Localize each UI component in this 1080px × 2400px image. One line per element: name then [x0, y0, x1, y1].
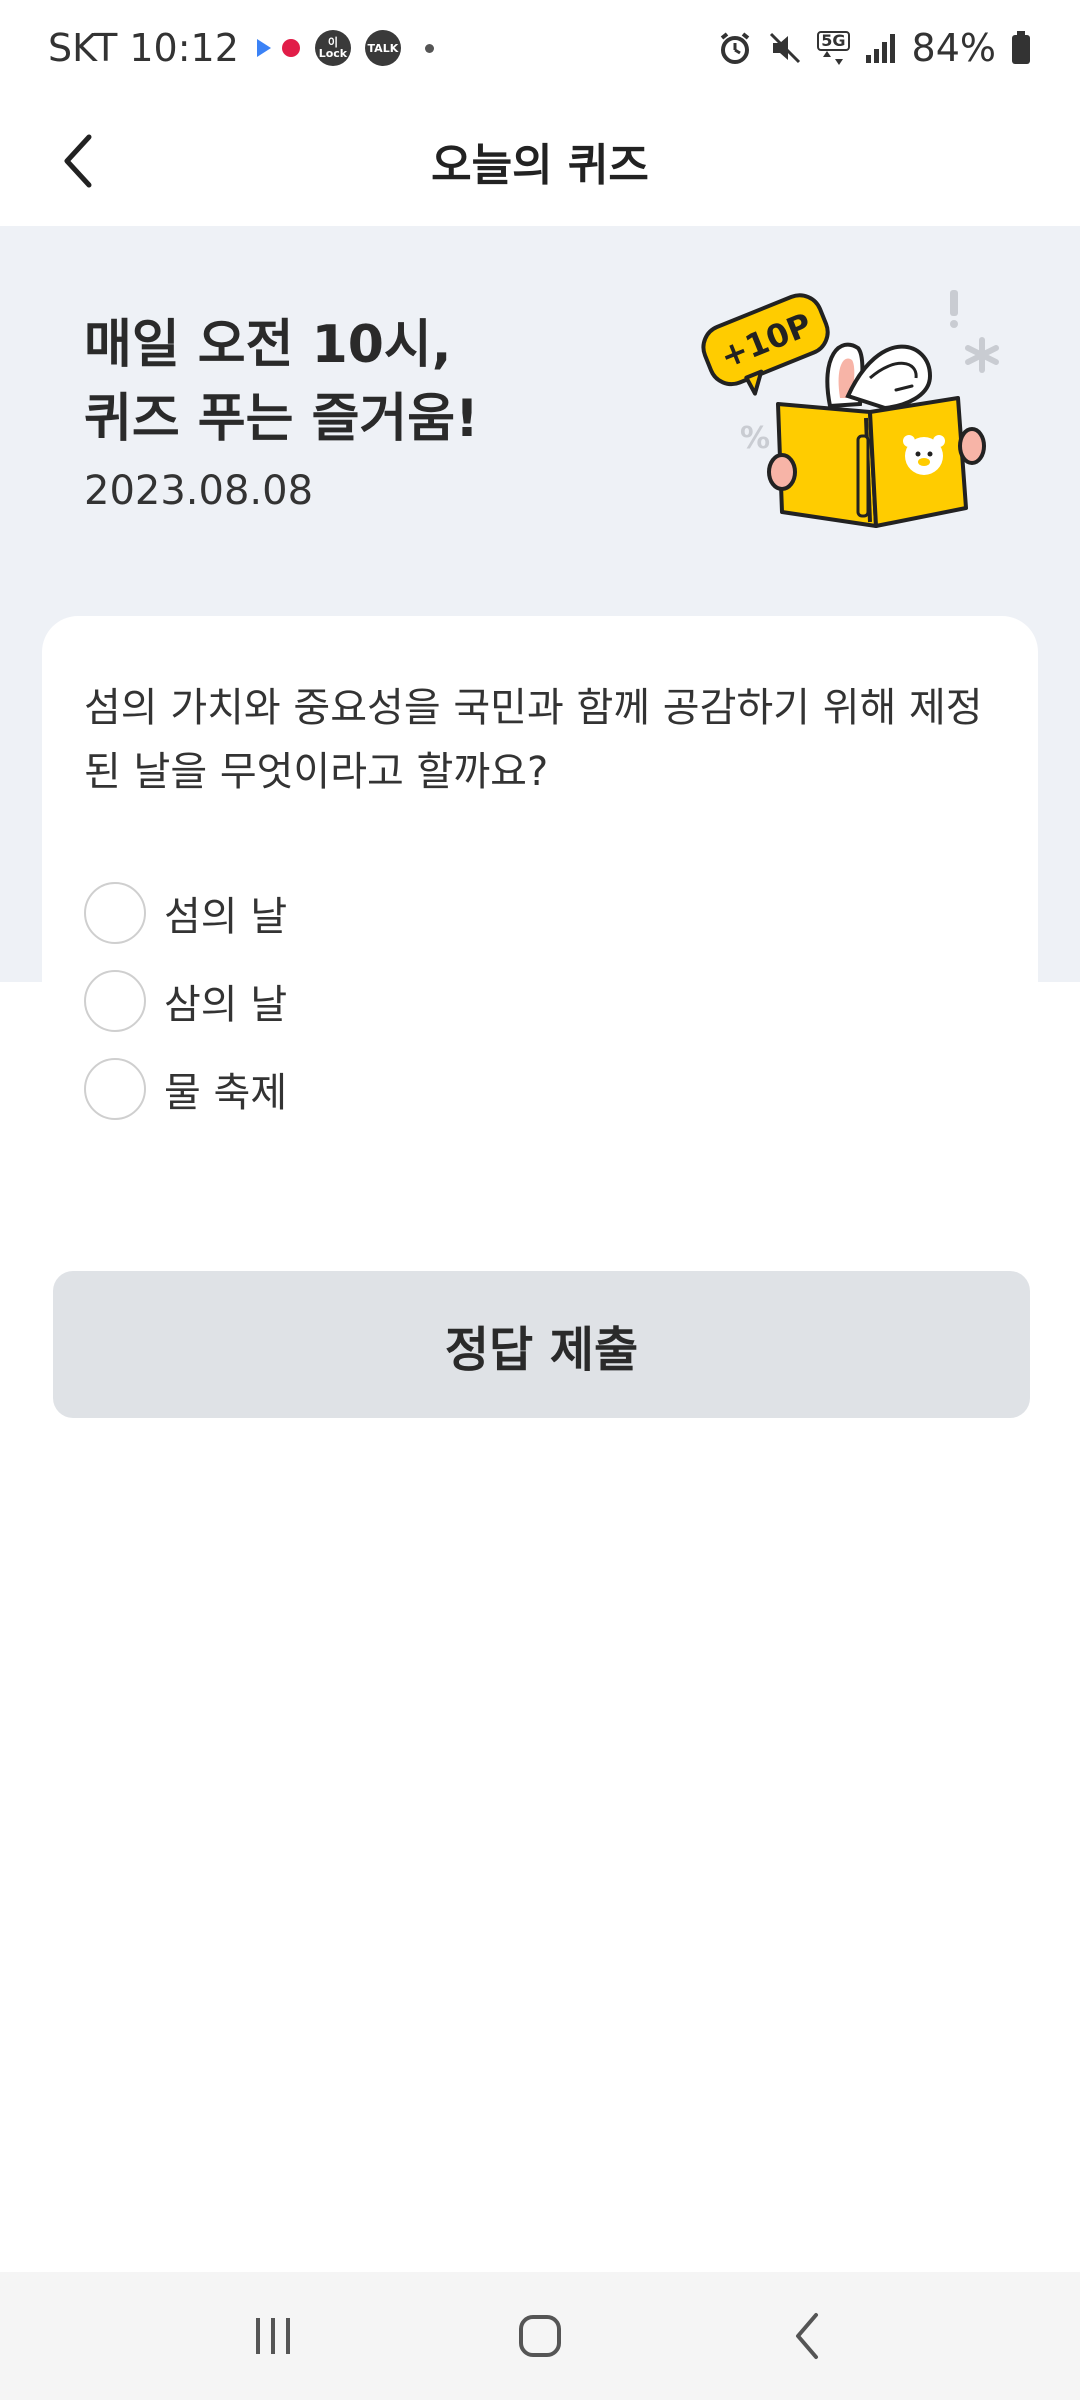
quiz-date: 2023.08.08: [84, 468, 314, 514]
status-bar: SKT 10:12 이 Lock TALK 5G 84%: [0, 0, 1080, 96]
media-notification-icon: [253, 35, 301, 61]
home-icon: [518, 2315, 561, 2357]
status-left: SKT 10:12 이 Lock TALK: [48, 26, 434, 70]
mute-icon: [770, 32, 801, 64]
back-icon: [795, 2313, 818, 2359]
status-right: 5G 84%: [717, 26, 1032, 70]
option-label: 삼의 날: [164, 982, 288, 1028]
radio-button[interactable]: [84, 1058, 146, 1120]
network-label: 5G: [817, 31, 850, 51]
headline-line-1: 매일 오전 10시,: [84, 315, 452, 375]
page-title: 오늘의 퀴즈: [431, 140, 649, 191]
app-header: 오늘의 퀴즈: [0, 96, 1080, 226]
option-label: 물 축제: [164, 1070, 288, 1116]
quiz-question: 섬의 가치와 중요성을 국민과 함께 공감하기 위해 제정된 날을 무엇이라고 …: [84, 685, 983, 795]
svg-text:%: %: [740, 421, 770, 456]
battery-percent: 84%: [911, 26, 996, 70]
home-button[interactable]: [495, 2291, 585, 2381]
option-1[interactable]: 섬의 날: [84, 882, 287, 944]
radio-button[interactable]: [84, 970, 146, 1032]
submit-answer-button[interactable]: 정답 제출: [53, 1271, 1030, 1418]
banner-headline: 매일 오전 10시, 퀴즈 푸는 즐거움!: [84, 308, 479, 456]
option-3[interactable]: 물 축제: [84, 1058, 287, 1120]
recents-icon: [256, 2318, 291, 2354]
system-nav-bar: [0, 2272, 1080, 2400]
back-nav-button[interactable]: [762, 2291, 852, 2381]
option-2[interactable]: 삼의 날: [84, 970, 287, 1032]
reading-rabbit-illustration: % +10P: [701, 290, 999, 528]
carrier-time: SKT 10:12: [48, 26, 239, 70]
alarm-icon: [721, 32, 750, 64]
chevron-left-icon: [64, 134, 92, 188]
more-notifications-dot: [424, 43, 434, 53]
option-label: 섬의 날: [164, 894, 288, 940]
network-5g-icon: 5G: [817, 31, 850, 65]
radio-button[interactable]: [84, 882, 146, 944]
talk-notification-icon: TALK: [364, 30, 401, 66]
lock-notification-icon: 이 Lock: [314, 30, 351, 66]
headline-line-2: 퀴즈 푸는 즐거움!: [84, 389, 479, 449]
signal-icon: [865, 34, 895, 63]
back-button[interactable]: [44, 126, 114, 196]
recents-button[interactable]: [228, 2291, 318, 2381]
quiz-card: 섬의 가치와 중요성을 국민과 함께 공감하기 위해 제정된 날을 무엇이라고 …: [42, 616, 1038, 1316]
battery-icon: [1012, 31, 1030, 64]
